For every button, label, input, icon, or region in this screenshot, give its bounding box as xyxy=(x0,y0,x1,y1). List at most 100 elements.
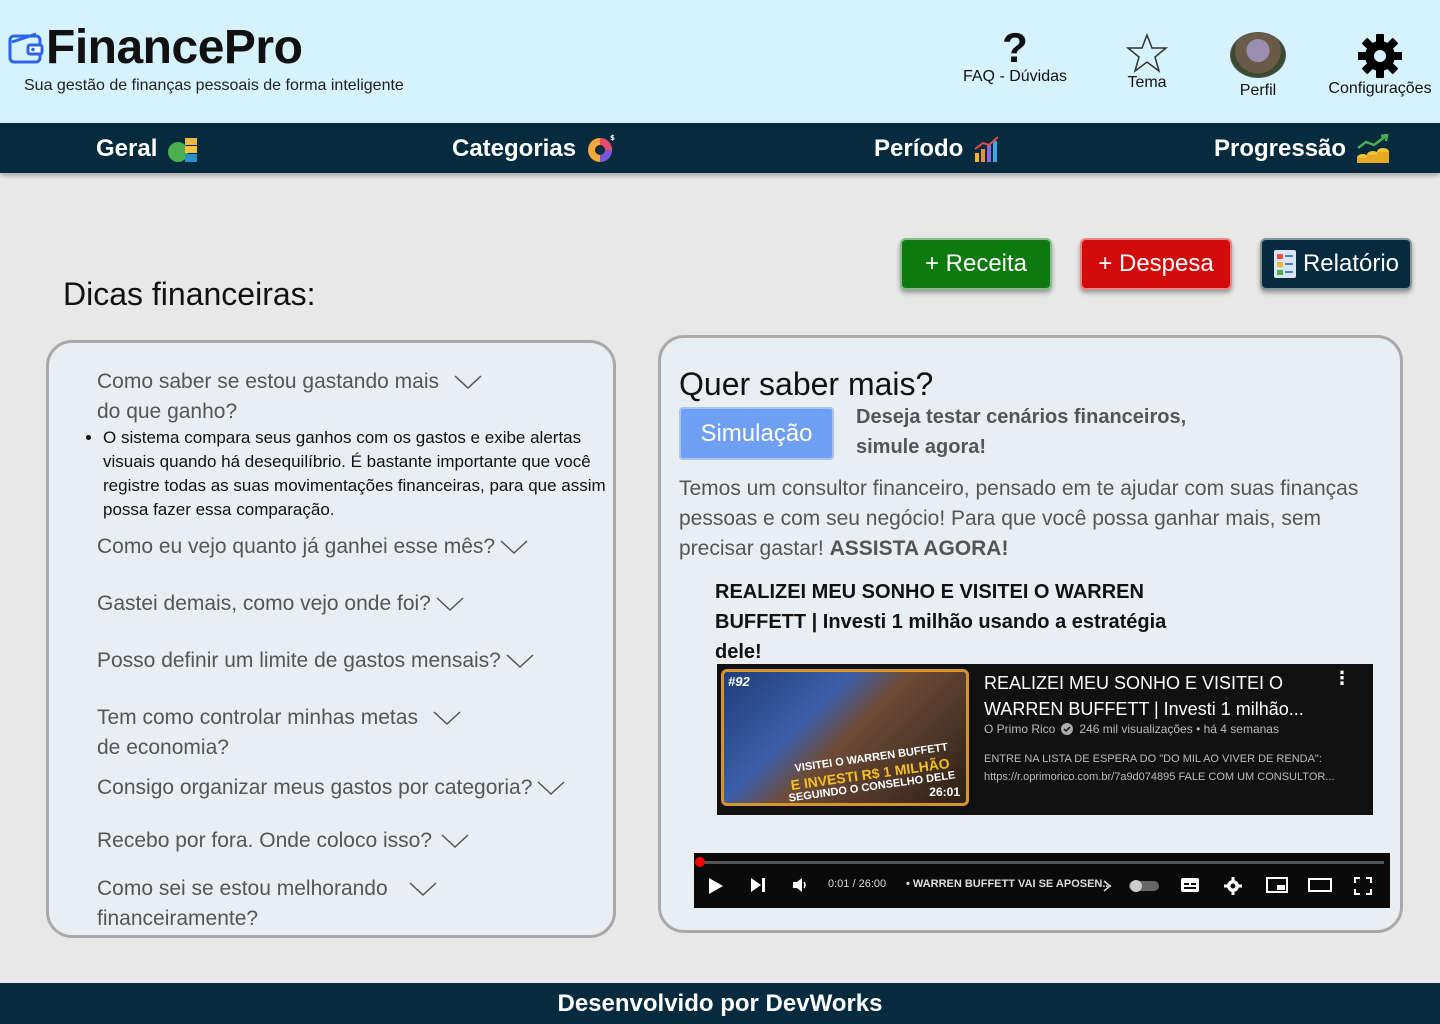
video-chapter[interactable]: • WARREN BUFFETT VAI SE APOSEN... xyxy=(906,878,1112,890)
thumbnail-episode: #92 xyxy=(728,674,750,689)
wallet-icon xyxy=(8,32,44,64)
nav-progressao-label: Progressão xyxy=(1214,135,1347,162)
learn-more-panel: Quer saber mais? Simulação Deseja testar… xyxy=(658,335,1403,933)
faq-label: FAQ - Dúvidas xyxy=(962,68,1068,85)
chevron-down-icon xyxy=(454,375,482,390)
nav-geral[interactable]: Geral xyxy=(96,131,199,167)
video-thumbnail[interactable]: #92 VISITEI O WARREN BUFFETT E INVESTI R… xyxy=(721,669,969,806)
faq-question-text: Consigo organizar meus gastos por catego… xyxy=(97,776,533,799)
main-nav: Geral Categorias $ Período Progressão xyxy=(0,123,1440,173)
faq-question[interactable]: Posso definir um limite de gastos mensai… xyxy=(97,646,535,676)
chevron-down-icon xyxy=(500,540,528,555)
brand-title: FinancePro xyxy=(46,21,303,74)
profile-button[interactable]: Perfil xyxy=(1226,32,1290,100)
watch-now-text: ASSISTA AGORA! xyxy=(829,537,1009,560)
fullscreen-icon[interactable] xyxy=(1354,877,1372,895)
svg-text:$: $ xyxy=(610,134,615,142)
chevron-right-icon[interactable] xyxy=(1102,880,1112,892)
faq-question[interactable]: Tem como controlar minhas metas de econo… xyxy=(97,703,517,763)
section-title: Dicas financeiras: xyxy=(63,276,316,312)
simulation-text: Deseja testar cenários financeiros, simu… xyxy=(856,406,1187,458)
faq-question-text: Posso definir um limite de gastos mensai… xyxy=(97,649,501,672)
faq-panel: Como saber se estou gastando mais do que… xyxy=(46,340,616,938)
consultant-description-text: Temos um consultor financeiro, pensado e… xyxy=(679,477,1359,560)
video-duration: 26:01 xyxy=(929,785,960,799)
faq-question-text: Como saber se estou gastando mais xyxy=(97,370,440,393)
pie-chart-icon: $ xyxy=(588,134,615,162)
chevron-down-icon xyxy=(433,711,461,726)
verified-icon xyxy=(1061,723,1074,735)
faq-question[interactable]: Como saber se estou gastando mais do que… xyxy=(97,367,517,427)
video-heading: REALIZEI MEU SONHO E VISITEI O WARREN BU… xyxy=(715,581,1167,663)
learn-more-title: Quer saber mais? xyxy=(679,366,934,402)
channel-name[interactable]: O Primo Rico xyxy=(984,722,1055,736)
chevron-down-icon xyxy=(441,834,469,849)
add-expense-button[interactable]: + Despesa xyxy=(1080,238,1232,290)
theme-label: Tema xyxy=(1127,74,1167,91)
chevron-down-icon xyxy=(409,882,437,897)
faq-question[interactable]: Como sei se estou melhorando financeiram… xyxy=(97,874,517,934)
brand-tagline: Sua gestão de finanças pessoais de forma… xyxy=(24,77,404,94)
miniplayer-icon[interactable] xyxy=(1266,877,1288,893)
faq-question-text: financeiramente? xyxy=(97,907,259,930)
gear-icon xyxy=(1358,34,1402,78)
video-views: 246 mil visualizações • há 4 semanas xyxy=(1079,722,1279,736)
nav-categorias[interactable]: Categorias $ xyxy=(452,131,618,167)
nav-geral-label: Geral xyxy=(96,135,158,162)
more-options-icon[interactable]: ⋮ xyxy=(1333,668,1351,689)
theme-button[interactable]: Tema xyxy=(1116,32,1178,92)
growth-coins-icon xyxy=(1357,134,1390,163)
add-income-button[interactable]: + Receita xyxy=(900,238,1052,290)
header: FinancePro Sua gestão de finanças pessoa… xyxy=(0,0,1440,123)
autoplay-toggle-icon[interactable] xyxy=(1128,879,1160,893)
nav-categorias-label: Categorias xyxy=(452,135,577,162)
simulation-button[interactable]: Simulação xyxy=(679,407,834,460)
nav-progressao[interactable]: Progressão xyxy=(1214,131,1390,167)
settings-label: Configurações xyxy=(1328,80,1432,97)
faq-question[interactable]: Gastei demais, como vejo onde foi? xyxy=(97,589,465,619)
play-icon[interactable] xyxy=(708,877,724,895)
video-title[interactable]: REALIZEI MEU SONHO E VISITEI O WARREN BU… xyxy=(984,670,1314,722)
consultant-description: Temos um consultor financeiro, pensado e… xyxy=(679,474,1389,564)
faq-question-text: do que ganho? xyxy=(97,400,238,423)
video-description: ENTRE NA LISTA DE ESPERA DO "DO MIL AO V… xyxy=(984,750,1364,786)
avatar xyxy=(1230,32,1286,78)
video-player-controls: 0:01 / 26:00 • WARREN BUFFETT VAI SE APO… xyxy=(694,853,1390,908)
captions-icon[interactable] xyxy=(1180,877,1200,893)
settings-button[interactable]: Configurações xyxy=(1322,32,1438,98)
video-description-line[interactable]: https://r.oprimorico.com.br/7a9d074895 F… xyxy=(984,768,1364,786)
nav-periodo[interactable]: Período xyxy=(874,131,1001,167)
report-button[interactable]: Relatório xyxy=(1260,238,1412,290)
faq-question-text: Como eu vejo quanto já ganhei esse mês? xyxy=(97,535,496,558)
faq-answer: O sistema compara seus ganhos com os gas… xyxy=(87,426,612,522)
profile-label: Perfil xyxy=(1239,82,1277,99)
faq-question-text: Recebo por fora. Onde coloco isso? xyxy=(97,829,433,852)
report-label: Relatório xyxy=(1302,250,1400,277)
progress-bar[interactable] xyxy=(698,861,1384,864)
video-embed[interactable]: #92 VISITEI O WARREN BUFFETT E INVESTI R… xyxy=(717,664,1373,815)
faq-link[interactable]: ? FAQ - Dúvidas xyxy=(958,24,1072,86)
next-icon[interactable] xyxy=(750,877,766,893)
footer: Desenvolvido por DevWorks xyxy=(0,983,1440,1024)
progress-scrubber[interactable] xyxy=(695,857,705,867)
video-description-line: ENTRE NA LISTA DE ESPERA DO "DO MIL AO V… xyxy=(984,753,1322,765)
faq-question-text: Gastei demais, como vejo onde foi? xyxy=(97,592,431,615)
faq-question[interactable]: Como eu vejo quanto já ganhei esse mês? xyxy=(97,532,529,562)
faq-answer-text: O sistema compara seus ganhos com os gas… xyxy=(103,426,612,522)
theater-mode-icon[interactable] xyxy=(1308,877,1332,893)
faq-question-text: Como sei se estou melhorando xyxy=(97,877,388,900)
money-stack-icon xyxy=(168,138,198,162)
volume-icon[interactable] xyxy=(792,877,808,893)
video-time: 0:01 / 26:00 xyxy=(828,878,887,890)
video-meta: O Primo Rico 246 mil visualizações • há … xyxy=(984,722,1279,736)
report-icon xyxy=(1273,250,1296,278)
chevron-down-icon xyxy=(506,654,534,669)
faq-question[interactable]: Recebo por fora. Onde coloco isso? xyxy=(97,826,470,856)
question-mark-icon: ? xyxy=(1002,24,1028,71)
chevron-down-icon xyxy=(436,597,464,612)
gear-icon[interactable] xyxy=(1224,877,1242,895)
chevron-down-icon xyxy=(537,781,565,796)
star-icon xyxy=(1126,32,1168,73)
faq-question-text: de economia? xyxy=(97,736,229,759)
faq-question[interactable]: Consigo organizar meus gastos por catego… xyxy=(97,773,566,803)
